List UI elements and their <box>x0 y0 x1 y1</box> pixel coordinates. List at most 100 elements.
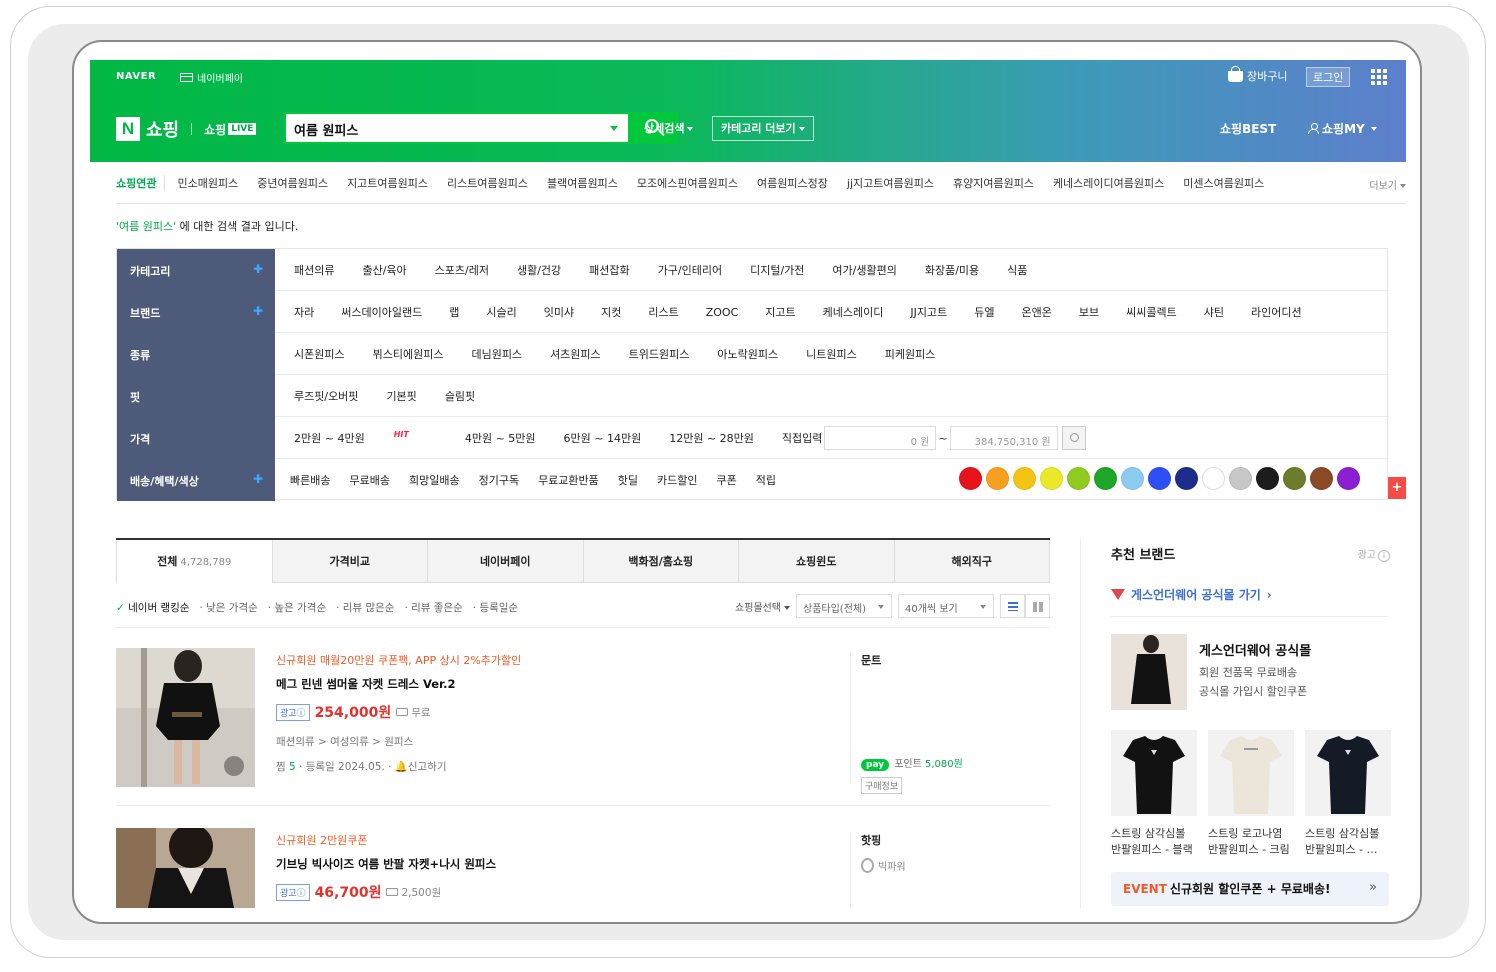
apps-grid-icon[interactable] <box>1371 69 1387 85</box>
related-item[interactable]: 지고트여름원피스 <box>347 175 428 191</box>
tab-all[interactable]: 전체 4,728,789 <box>116 540 273 583</box>
filter-option[interactable]: 스포츠/레저 <box>435 262 489 278</box>
filter-option[interactable]: 패션잡화 <box>589 262 629 278</box>
filter-option[interactable]: 셔츠원피스 <box>550 346 601 362</box>
brand-store-link[interactable]: 게스언더웨어 공식몰 가기 › <box>1111 586 1272 603</box>
price-search-button[interactable] <box>1061 426 1086 450</box>
featured-brand-name[interactable]: 게스언더웨어 공식몰 <box>1199 640 1311 659</box>
filter-option[interactable]: 쿠폰 <box>717 472 737 488</box>
filter-option[interactable]: 생활/건강 <box>517 262 561 278</box>
naver-logo[interactable]: NAVER <box>116 71 156 82</box>
category-more-button[interactable]: 카테고리 더보기 <box>712 116 814 141</box>
color-swatch[interactable] <box>1175 467 1198 490</box>
color-swatch[interactable] <box>1121 467 1144 490</box>
buy-info-button[interactable]: 구매정보 <box>861 777 903 794</box>
live-badge[interactable]: LIVE <box>228 123 257 135</box>
login-button[interactable]: 로그인 <box>1306 67 1351 87</box>
filter-option[interactable]: 희망일배송 <box>409 472 460 488</box>
filter-option[interactable]: 핫딜 <box>618 472 638 488</box>
mall-name[interactable]: 핫핑 <box>861 832 1050 848</box>
filter-option[interactable]: 씨씨콜렉트 <box>1126 304 1177 320</box>
cart-link[interactable]: 장바구니 <box>1228 65 1287 84</box>
filter-option[interactable]: ZOOC <box>706 306 739 319</box>
filter-option[interactable]: 샤틴 <box>1204 304 1224 320</box>
product-image[interactable] <box>116 828 255 908</box>
detail-search-button[interactable]: 상세검색 <box>644 120 694 136</box>
filter-option[interactable]: 랩 <box>449 304 459 320</box>
filter-option[interactable]: 라인어디션 <box>1251 304 1302 320</box>
price-range-option[interactable]: 2만원 ~ 4만원 HIT <box>294 430 437 446</box>
color-swatch[interactable] <box>959 467 982 490</box>
sort-option-high-price[interactable]: 높은 가격순 <box>268 600 326 615</box>
related-item[interactable]: 모조에스핀여름원피스 <box>637 175 738 191</box>
related-item[interactable]: 민소매원피스 <box>177 175 238 191</box>
related-item[interactable]: 여름원피스정장 <box>757 175 828 191</box>
search-input[interactable]: 여름 원피스 <box>284 112 630 144</box>
shopping-live-link[interactable]: 쇼핑 <box>204 121 226 138</box>
naver-n-logo[interactable]: N <box>116 117 140 141</box>
product-category[interactable]: 패션의류 > 여성의류 > 원피스 <box>276 734 816 749</box>
filter-option[interactable]: 무료배송 <box>349 472 389 488</box>
filter-option[interactable]: 써스데이아일랜드 <box>341 304 422 320</box>
shopping-logo[interactable]: 쇼핑 <box>146 116 179 142</box>
filter-option[interactable]: 뷔스티에원피스 <box>373 346 444 362</box>
filter-option[interactable]: 잇미샤 <box>544 304 574 320</box>
filter-option[interactable]: 듀엘 <box>974 304 994 320</box>
grid-view-icon[interactable] <box>1025 594 1050 618</box>
filter-option[interactable]: 시슬리 <box>486 304 516 320</box>
filter-option[interactable]: 식품 <box>1007 262 1027 278</box>
color-swatch[interactable] <box>1283 467 1306 490</box>
filter-option[interactable]: 지고트 <box>765 304 795 320</box>
related-item[interactable]: 리스트여름원피스 <box>447 175 528 191</box>
filter-option[interactable]: 디지털/가전 <box>750 262 804 278</box>
color-swatch[interactable] <box>1040 467 1063 490</box>
filter-option[interactable]: 출산/육아 <box>362 262 406 278</box>
filter-option[interactable]: 케네스레이디 <box>823 304 884 320</box>
product-price[interactable]: 46,700원 <box>315 882 382 902</box>
filter-option[interactable]: 데님원피스 <box>471 346 522 362</box>
filter-option[interactable]: 패션의류 <box>294 262 334 278</box>
product-price[interactable]: 254,000원 <box>315 702 392 722</box>
price-max-input[interactable]: 384,750,310 원 <box>949 426 1058 450</box>
price-range-option[interactable]: 12만원 ~ 28만원 <box>669 430 754 446</box>
shopping-best-link[interactable]: 쇼핑BEST <box>1220 120 1276 137</box>
shopping-my-link[interactable]: 쇼핑MY <box>1308 120 1377 137</box>
brand-product[interactable]: 스트링 삼각심볼 반팔원피스 - … <box>1305 730 1391 858</box>
color-swatch[interactable] <box>1229 467 1252 490</box>
related-item[interactable]: 중년여름원피스 <box>257 175 328 191</box>
ad-badge[interactable]: 광고ⓘ <box>276 703 310 721</box>
filter-option[interactable]: 아노락원피스 <box>717 346 778 362</box>
product-image[interactable] <box>116 648 255 787</box>
expand-filter-button[interactable]: + <box>1388 477 1406 499</box>
filter-option[interactable]: 가구/인테리어 <box>658 262 722 278</box>
mall-name[interactable]: 문트 <box>861 652 1050 668</box>
related-item[interactable]: 블랙여름원피스 <box>547 175 618 191</box>
naver-pay-link[interactable]: 네이버페이 <box>180 70 243 85</box>
related-item[interactable]: 미센스여름원피스 <box>1183 175 1264 191</box>
list-view-icon[interactable] <box>1000 594 1025 618</box>
related-item[interactable]: 케네스레이디여름원피스 <box>1053 175 1164 191</box>
color-swatch[interactable] <box>1067 467 1090 490</box>
report-link[interactable]: 신고하기 <box>408 761 447 773</box>
filter-option[interactable]: 기본핏 <box>386 388 416 404</box>
ad-badge[interactable]: 광고ⓘ <box>276 883 310 901</box>
per-page-select[interactable]: 40개씩 보기 <box>898 594 994 618</box>
color-swatch[interactable] <box>1148 467 1171 490</box>
filter-option[interactable]: 카드할인 <box>657 472 697 488</box>
color-swatch[interactable] <box>1337 467 1360 490</box>
filter-option[interactable]: 보브 <box>1079 304 1099 320</box>
autocomplete-toggle-icon[interactable] <box>610 126 618 131</box>
filter-option[interactable]: 빠른배송 <box>290 472 330 488</box>
sort-option-rating[interactable]: 리뷰 좋은순 <box>404 600 463 615</box>
product-type-select[interactable]: 상품타입(전체) <box>796 594 892 618</box>
filter-option[interactable]: 온앤온 <box>1021 304 1051 320</box>
related-item[interactable]: jj지고트여름원피스 <box>847 175 934 191</box>
filter-option[interactable]: 니트원피스 <box>806 346 857 362</box>
event-banner[interactable]: EVENT 신규회원 할인쿠폰 + 무료배송! » <box>1111 872 1389 906</box>
filter-option[interactable]: 루즈핏/오버핏 <box>294 388 358 404</box>
related-item[interactable]: 휴양지여름원피스 <box>953 175 1034 191</box>
tab-department-homeshopping[interactable]: 백화점/홈쇼핑 <box>583 540 739 583</box>
sort-option-date[interactable]: 등록일순 <box>473 600 518 615</box>
filter-option[interactable]: 화장품/미용 <box>925 262 979 278</box>
filter-option[interactable]: 여가/생활편의 <box>832 262 896 278</box>
